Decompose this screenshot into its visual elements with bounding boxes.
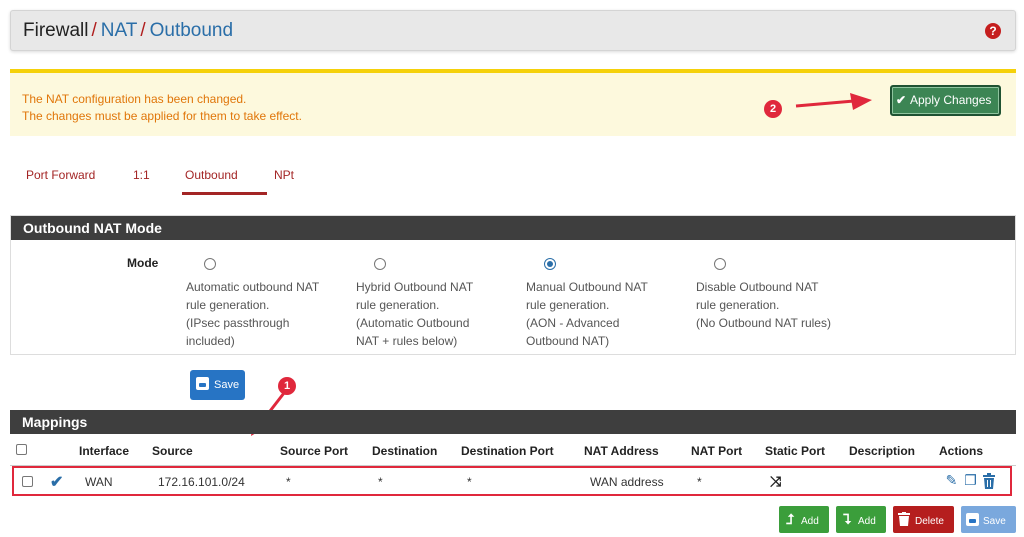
add-top-label: Add: [801, 516, 819, 527]
breadcrumb-trail: Firewall / NAT / Outbound: [23, 20, 233, 42]
save-mode-label: Save: [214, 379, 240, 391]
option-line: Manual Outbound NAT: [526, 280, 648, 294]
option-disable-text: Disable Outbound NAT rule generation. (N…: [696, 278, 846, 332]
active-tab-indicator: [182, 192, 267, 195]
option-line: (AON - Advanced: [526, 316, 620, 330]
tab-npt[interactable]: NPt: [274, 168, 294, 182]
col-actions: Actions: [939, 444, 984, 458]
edit-pencil-icon[interactable]: ✎: [944, 472, 959, 489]
floppy-disk-icon: [961, 506, 983, 533]
alert-message: The NAT configuration has been changed. …: [22, 91, 302, 125]
col-nat-port: NAT Port: [691, 444, 743, 458]
breadcrumb-separator: /: [140, 20, 146, 41]
mode-label: Mode: [127, 256, 159, 270]
shuffle-icon: ⤨: [770, 473, 782, 489]
nat-tabs: Port Forward 1:1 Outbound NPt: [10, 160, 1016, 200]
cell-destination-port: *: [467, 475, 472, 489]
breadcrumb-firewall: Firewall: [23, 20, 89, 41]
mappings-title: Mappings: [10, 410, 1016, 434]
save-rules-button[interactable]: Save: [961, 506, 1016, 533]
question-circle-icon[interactable]: ?: [985, 23, 1001, 39]
save-mode-button[interactable]: Save: [190, 370, 245, 400]
annotation-arrow-right-icon: [795, 93, 872, 110]
alert-line-2: The changes must be applied for them to …: [22, 109, 302, 123]
alert-line-1: The NAT configuration has been changed.: [22, 92, 247, 106]
table-header-row: Interface Source Source Port Destination…: [10, 436, 1016, 466]
option-line: Hybrid Outbound NAT: [356, 280, 474, 294]
tab-one-to-one[interactable]: 1:1: [133, 168, 150, 182]
col-nat-address: NAT Address: [584, 444, 659, 458]
floppy-disk-icon: [196, 377, 209, 390]
delete-label: Delete: [915, 516, 944, 527]
arrow-turn-down-icon: ⮧: [842, 511, 852, 527]
enabled-check-icon[interactable]: ✔: [50, 472, 63, 492]
add-rule-bottom-button[interactable]: ⮧ Add: [836, 506, 886, 533]
outbound-nat-mode-panel: Outbound NAT Mode Mode Automatic outboun…: [10, 215, 1016, 355]
option-automatic-text: Automatic outbound NAT rule generation. …: [186, 278, 336, 350]
option-line: rule generation.: [526, 298, 610, 312]
radio-disable[interactable]: [714, 258, 726, 270]
breadcrumb: Firewall / NAT / Outbound ?: [10, 10, 1016, 51]
tab-outbound[interactable]: Outbound: [185, 168, 238, 182]
option-hybrid-text: Hybrid Outbound NAT rule generation. (Au…: [356, 278, 506, 350]
cell-source: 172.16.101.0/24: [158, 475, 245, 489]
table-row[interactable]: ✔ WAN 172.16.101.0/24 * * * WAN address …: [12, 466, 1012, 496]
col-source: Source: [152, 444, 193, 458]
check-icon: ✔: [896, 93, 907, 107]
option-line: Automatic outbound NAT: [186, 280, 320, 294]
apply-changes-label: Apply Changes: [910, 93, 992, 107]
option-line: (No Outbound NAT rules): [696, 316, 831, 330]
col-interface: Interface: [79, 444, 130, 458]
arrow-turn-up-icon: ⮥: [785, 511, 795, 527]
col-source-port: Source Port: [280, 444, 349, 458]
save-rules-label: Save: [983, 516, 1006, 527]
delete-trash-icon[interactable]: [981, 472, 996, 489]
option-line: Outbound NAT): [526, 334, 610, 348]
apply-changes-button[interactable]: ✔ Apply Changes: [890, 85, 1001, 116]
add-bottom-label: Add: [858, 516, 876, 527]
cell-interface: WAN: [85, 475, 113, 489]
row-checkbox[interactable]: [22, 476, 33, 487]
add-rule-top-button[interactable]: ⮥ Add: [779, 506, 829, 533]
panel-title: Outbound NAT Mode: [11, 216, 1015, 240]
breadcrumb-outbound-link[interactable]: Outbound: [150, 20, 233, 41]
option-line: included): [186, 334, 235, 348]
mappings-panel: Mappings Interface Source Source Port De…: [10, 410, 1016, 500]
col-static-port: Static Port: [765, 444, 826, 458]
breadcrumb-nat-link[interactable]: NAT: [101, 20, 138, 41]
option-line: NAT + rules below): [356, 334, 458, 348]
option-line: rule generation.: [186, 298, 270, 312]
option-line: rule generation.: [356, 298, 440, 312]
radio-manual[interactable]: [544, 258, 556, 270]
option-line: rule generation.: [696, 298, 780, 312]
copy-icon[interactable]: ❐: [963, 472, 978, 489]
cell-nat-port: *: [697, 475, 702, 489]
cell-source-port: *: [286, 475, 291, 489]
option-manual-text: Manual Outbound NAT rule generation. (AO…: [526, 278, 676, 350]
trash-icon: [893, 506, 915, 533]
cell-destination: *: [378, 475, 383, 489]
option-line: (IPsec passthrough: [186, 316, 290, 330]
delete-rules-button[interactable]: Delete: [893, 506, 954, 533]
col-destination: Destination: [372, 444, 438, 458]
col-description: Description: [849, 444, 916, 458]
cell-nat-address: WAN address: [590, 475, 664, 489]
select-all-checkbox[interactable]: [16, 444, 27, 455]
annotation-marker-2: 2: [764, 100, 782, 118]
radio-automatic[interactable]: [204, 258, 216, 270]
option-line: Disable Outbound NAT: [696, 280, 819, 294]
breadcrumb-separator: /: [91, 20, 97, 41]
tab-port-forward[interactable]: Port Forward: [26, 168, 95, 182]
option-line: (Automatic Outbound: [356, 316, 470, 330]
col-destination-port: Destination Port: [461, 444, 554, 458]
radio-hybrid[interactable]: [374, 258, 386, 270]
